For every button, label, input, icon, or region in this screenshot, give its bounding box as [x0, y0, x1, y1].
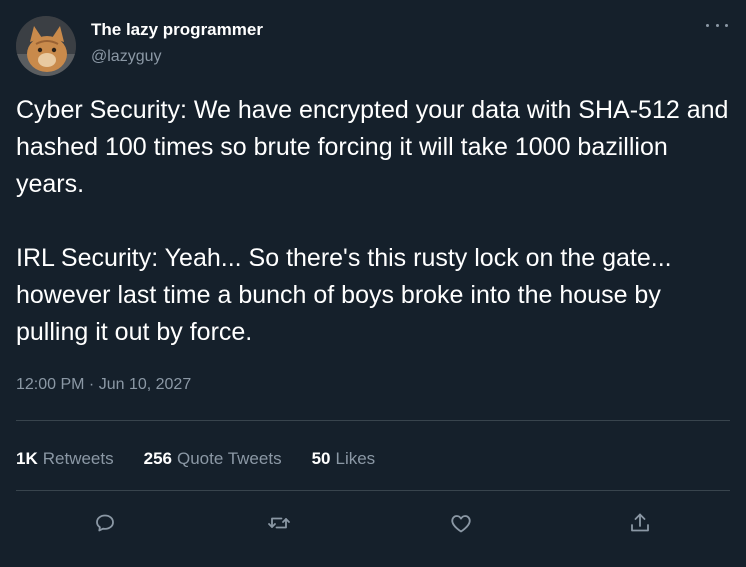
tweet-paragraph: Cyber Security: We have encrypted your d…	[16, 96, 729, 198]
more-icon[interactable]	[706, 18, 728, 32]
tweet-stats: 1K Retweets 256 Quote Tweets 50 Likes	[16, 449, 375, 469]
share-icon[interactable]	[622, 505, 658, 541]
likes-count: 50	[311, 449, 331, 468]
action-bar	[0, 505, 746, 541]
like-icon[interactable]	[443, 505, 479, 541]
retweets-label: Retweets	[42, 449, 114, 468]
tweet-card: The lazy programmer @lazyguy Cyber Secur…	[0, 0, 746, 567]
user-handle[interactable]: @lazyguy	[91, 48, 162, 66]
tweet-paragraph: IRL Security: Yeah... So there's this ru…	[16, 244, 672, 346]
tweet-timestamp[interactable]: 12:00 PM · Jun 10, 2027	[16, 376, 191, 394]
retweets-count: 1K	[16, 449, 38, 468]
display-name[interactable]: The lazy programmer	[91, 20, 263, 40]
quote-tweets-count: 256	[143, 449, 172, 468]
likes-label: Likes	[335, 449, 376, 468]
retweets-stat[interactable]: 1K Retweets	[16, 449, 114, 469]
likes-stat[interactable]: 50 Likes	[312, 449, 376, 469]
divider	[16, 420, 730, 421]
more-dot	[715, 23, 719, 27]
more-dot	[706, 23, 709, 27]
cat-avatar-image	[16, 16, 76, 76]
avatar[interactable]	[16, 16, 76, 76]
retweet-icon[interactable]	[261, 505, 297, 541]
reply-icon[interactable]	[87, 505, 123, 541]
divider	[16, 490, 730, 491]
tweet-text: Cyber Security: We have encrypted your d…	[16, 92, 730, 351]
more-dot	[725, 23, 728, 27]
quote-tweets-stat[interactable]: 256 Quote Tweets	[144, 449, 282, 469]
quote-tweets-label: Quote Tweets	[176, 449, 282, 468]
